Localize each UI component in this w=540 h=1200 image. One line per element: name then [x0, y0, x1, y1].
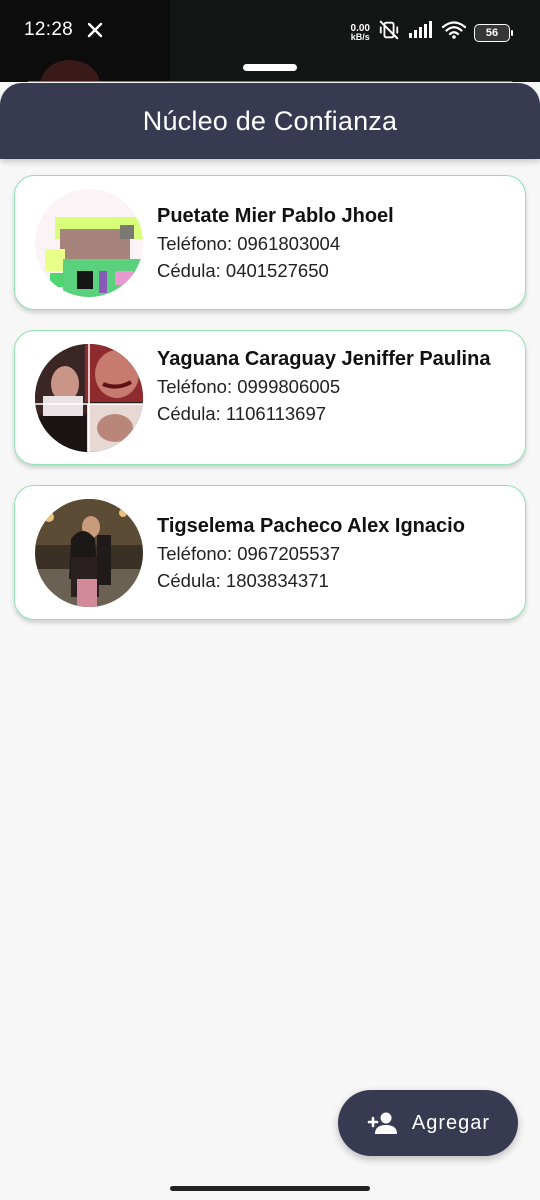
avatar [35, 499, 143, 607]
mute-vibrate-icon [378, 19, 400, 46]
battery-level: 56 [485, 26, 499, 39]
sheet-drag-handle[interactable] [243, 64, 297, 71]
contact-card[interactable]: Yaguana Caraguay Jeniffer Paulina Teléfo… [14, 330, 526, 465]
contact-name: Puetate Mier Pablo Jhoel [157, 205, 394, 227]
contact-id: Cédula: 1106113697 [157, 403, 327, 424]
contact-card[interactable]: Tigselema Pacheco Alex Ignacio Teléfono:… [14, 485, 526, 620]
sheet-divider [28, 81, 512, 82]
background-blur [40, 60, 100, 82]
contact-name: Tigselema Pacheco Alex Ignacio [157, 515, 465, 537]
x-app-icon [87, 22, 103, 38]
signal-icon [408, 21, 434, 44]
contact-phone: Teléfono: 0999806005 [157, 376, 341, 397]
wifi-icon [441, 21, 467, 44]
contact-card[interactable]: Puetate Mier Pablo Jhoel Teléfono: 09618… [14, 175, 526, 310]
app-header: Núcleo de Confianza [0, 83, 540, 159]
network-speed-unit: kB/s [350, 31, 370, 42]
gesture-nav-handle[interactable] [170, 1186, 370, 1191]
status-right: 0.00 kB/s 56 [350, 19, 513, 46]
contact-info: Yaguana Caraguay Jeniffer Paulina Teléfo… [157, 346, 507, 427]
network-speed: 0.00 kB/s [350, 23, 370, 42]
contact-name: Yaguana Caraguay Jeniffer Paulina [157, 348, 491, 370]
contact-id: Cédula: 0401527650 [157, 260, 329, 281]
avatar [35, 189, 143, 297]
status-left: 12:28 [24, 19, 103, 41]
add-contact-label: Agregar [411, 1111, 491, 1134]
contact-id: Cédula: 1803834371 [157, 570, 329, 591]
contact-phone: Teléfono: 0961803004 [157, 233, 341, 254]
page-title: Núcleo de Confianza [142, 105, 398, 136]
status-time: 12:28 [24, 19, 74, 40]
avatar [35, 344, 143, 452]
person-add-icon [366, 1111, 398, 1135]
battery-indicator: 56 [474, 23, 513, 42]
contact-info: Puetate Mier Pablo Jhoel Teléfono: 09618… [157, 203, 507, 284]
contact-phone: Teléfono: 0967205537 [157, 543, 341, 564]
contact-list: Puetate Mier Pablo Jhoel Teléfono: 09618… [14, 175, 526, 640]
contact-info: Tigselema Pacheco Alex Ignacio Teléfono:… [157, 513, 507, 594]
status-bar: 12:28 0.00 kB/s 56 [0, 0, 540, 82]
add-contact-button[interactable]: Agregar [338, 1090, 518, 1156]
